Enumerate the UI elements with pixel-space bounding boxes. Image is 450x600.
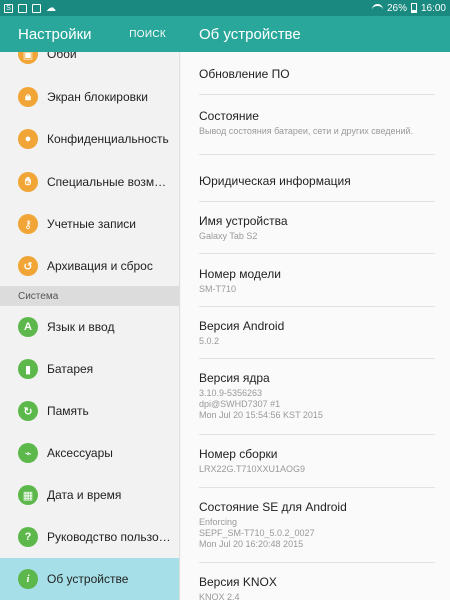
item-title: Версия KNOX (199, 575, 277, 589)
hand-icon: ✋︎ (18, 172, 38, 192)
list-item-se-android-status: Состояние SE для Android Enforcing SEPF_… (199, 488, 435, 563)
settings-header: Настройки ПОИСК (0, 16, 180, 52)
settings-sidebar[interactable]: ▣ Обои 🔒︎ Экран блокировки ● Конфиденциа… (0, 52, 180, 600)
wallpaper-icon: ▣ (18, 52, 38, 64)
list-item-knox-version: Версия KNOX KNOX 2.4 (199, 563, 435, 600)
list-item-status[interactable]: Состояние Вывод состояния батареи, сети … (199, 95, 435, 155)
battery-percent: 26% (386, 2, 407, 14)
item-title: Номер модели (199, 267, 281, 281)
about-header: Об устройстве (180, 16, 450, 52)
sidebar-item-storage[interactable]: ↻ Память (0, 390, 179, 432)
info-icon: i (18, 569, 38, 589)
language-icon: A (18, 317, 38, 337)
accessories-icon: ⌁ (18, 443, 38, 463)
item-subtitle: 5.0.2 (199, 336, 220, 346)
item-title: Обновление ПО (199, 67, 290, 81)
status-bar: S ☁ 26% 16:00 (0, 0, 450, 16)
sidebar-item-label: Архивация и сброс (47, 259, 153, 273)
section-header-system: Система (0, 286, 179, 306)
item-subtitle: SM-T710 (199, 284, 237, 294)
lock-screen-icon: 🔒︎ (18, 87, 38, 107)
item-subtitle: KNOX 2.4 (199, 592, 240, 600)
sidebar-item-about-device[interactable]: i Об устройстве (0, 558, 179, 600)
sidebar-item-user-manual[interactable]: ? Руководство пользователя (0, 516, 179, 558)
list-item-software-update[interactable]: Обновление ПО (199, 52, 435, 95)
sidebar-item-accessories[interactable]: ⌁ Аксессуары (0, 432, 179, 474)
battery-icon: ▮ (18, 359, 38, 379)
notification-icons: S ☁ (4, 3, 56, 14)
manual-icon: ? (18, 527, 38, 547)
cloud-icon: ☁ (46, 2, 56, 14)
item-subtitle: Galaxy Tab S2 (199, 231, 258, 241)
list-item-legal-info[interactable]: Юридическая информация (199, 155, 435, 202)
wifi-icon (371, 4, 383, 12)
item-title: Версия ядра (199, 371, 270, 385)
clock: 16:00 (420, 2, 446, 14)
image-icon (18, 3, 27, 13)
item-subtitle: Вывод состояния батареи, сети и других с… (199, 126, 414, 136)
settings-title: Настройки (18, 25, 92, 43)
item-subtitle: 3.10.9-5356263 dpi@SWHD7307 #1 Mon Jul 2… (199, 388, 323, 420)
sidebar-item-label: Об устройстве (47, 572, 129, 586)
sidebar-item-label: Память (47, 404, 89, 418)
sidebar-item-backup[interactable]: ↺ Архивация и сброс (0, 245, 179, 287)
sidebar-item-label: Экран блокировки (47, 90, 148, 104)
sidebar-item-label: Специальные возможности (47, 175, 171, 189)
list-item-device-name[interactable]: Имя устройства Galaxy Tab S2 (199, 202, 435, 254)
system-status: 26% 16:00 (371, 2, 446, 14)
sidebar-item-date-time[interactable]: ▦ Дата и время (0, 474, 179, 516)
sidebar-item-battery[interactable]: ▮ Батарея (0, 348, 179, 390)
item-subtitle: LRX22G.T710XXU1AOG9 (199, 464, 306, 474)
list-item-model-number: Номер модели SM-T710 (199, 254, 435, 307)
sidebar-item-label: Язык и ввод (47, 320, 115, 334)
backup-icon: ↺ (18, 256, 38, 276)
sidebar-item-label: Дата и время (47, 488, 122, 502)
item-title: Состояние (199, 109, 259, 123)
sidebar-item-lock-screen[interactable]: 🔒︎ Экран блокировки (0, 76, 179, 118)
calendar-icon: ▦ (18, 485, 38, 505)
sidebar-item-label: Аксессуары (47, 446, 113, 460)
sidebar-item-label: Обои (47, 52, 77, 61)
item-title: Номер сборки (199, 447, 278, 461)
item-title: Имя устройства (199, 214, 288, 228)
sidebar-item-wallpaper[interactable]: ▣ Обои (0, 52, 179, 75)
privacy-icon: ● (18, 129, 38, 149)
list-item-kernel-version: Версия ядра 3.10.9-5356263 dpi@SWHD7307 … (199, 359, 435, 435)
sidebar-item-label: Конфиденциальность (47, 132, 169, 146)
list-item-build-number: Номер сборки LRX22G.T710XXU1AOG9 (199, 435, 435, 488)
item-title: Юридическая информация (199, 174, 351, 188)
sidebar-item-label: Руководство пользователя (47, 530, 171, 544)
sidebar-item-language[interactable]: A Язык и ввод (0, 306, 179, 348)
storage-icon: ↻ (18, 401, 38, 421)
search-button[interactable]: ПОИСК (129, 29, 166, 40)
save-icon (32, 3, 41, 13)
item-title: Версия Android (199, 319, 285, 333)
sidebar-item-accessibility[interactable]: ✋︎ Специальные возможности (0, 161, 179, 203)
item-title: Состояние SE для Android (199, 500, 347, 514)
sidebar-item-label: Учетные записи (47, 217, 136, 231)
sidebar-item-accounts[interactable]: ⚷ Учетные записи (0, 203, 179, 245)
key-icon: ⚷ (18, 214, 38, 234)
sidebar-item-label: Батарея (47, 362, 94, 376)
battery-icon (410, 3, 417, 13)
s-icon: S (4, 3, 13, 13)
about-device-list[interactable]: Обновление ПО Состояние Вывод состояния … (181, 52, 450, 600)
sidebar-item-privacy[interactable]: ● Конфиденциальность (0, 118, 179, 160)
list-item-android-version[interactable]: Версия Android 5.0.2 (199, 307, 435, 359)
about-title: Об устройстве (199, 25, 301, 43)
item-subtitle: Enforcing SEPF_SM-T710_5.0.2_0027 Mon Ju… (199, 517, 315, 549)
